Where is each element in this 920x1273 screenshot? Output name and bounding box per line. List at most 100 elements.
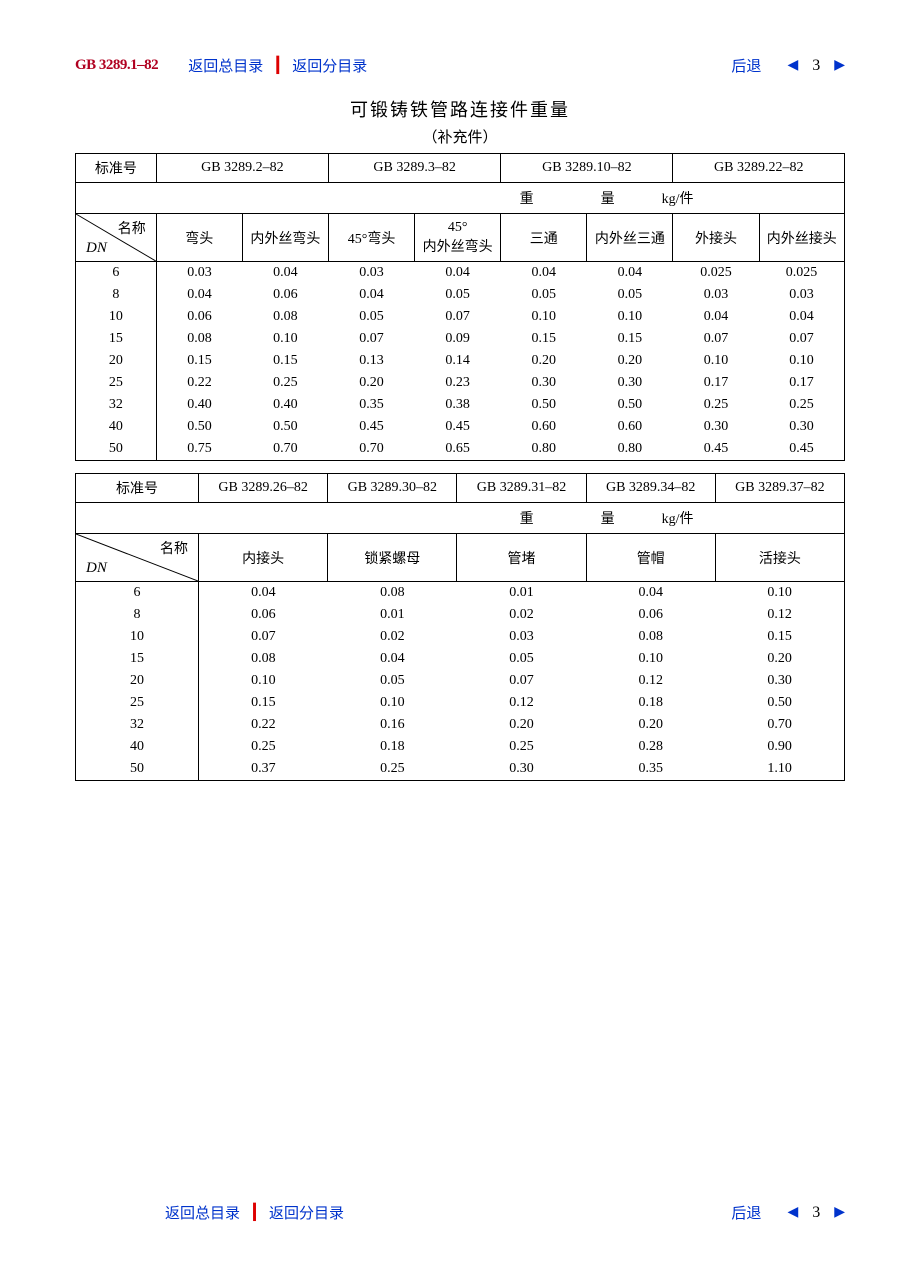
value-cell: 0.20 <box>586 714 715 736</box>
value-cell: 0.06 <box>586 604 715 626</box>
value-cell: 0.17 <box>759 372 844 394</box>
value-cell: 1.10 <box>715 758 844 781</box>
standard-code: GB 3289.1–82 <box>75 57 158 74</box>
value-cell: 0.08 <box>156 328 242 350</box>
value-cell: 0.10 <box>328 692 457 714</box>
col-header: 45°内外丝弯头 <box>415 214 501 262</box>
value-cell: 0.30 <box>587 372 673 394</box>
value-cell: 0.50 <box>715 692 844 714</box>
dn-cell: 32 <box>76 714 199 736</box>
page-number-bottom: 3 <box>808 1204 824 1222</box>
value-cell: 0.28 <box>586 736 715 758</box>
value-cell: 0.70 <box>242 438 328 461</box>
value-cell: 0.75 <box>156 438 242 461</box>
value-cell: 0.05 <box>415 284 501 306</box>
document-subtitle: （补充件） <box>75 126 845 147</box>
weight-unit-row: 重 量 kg/件 <box>76 183 845 214</box>
value-cell: 0.23 <box>415 372 501 394</box>
value-cell: 0.03 <box>673 284 759 306</box>
value-cell: 0.05 <box>457 648 586 670</box>
value-cell: 0.04 <box>759 306 844 328</box>
value-cell: 0.25 <box>673 394 759 416</box>
value-cell: 0.10 <box>587 306 673 328</box>
dn-cell: 8 <box>76 604 199 626</box>
value-cell: 0.12 <box>715 604 844 626</box>
table-row: 重 量 kg/件 <box>76 503 845 534</box>
sub-toc-link-bottom[interactable]: 返回分目录 <box>269 1202 344 1223</box>
value-cell: 0.30 <box>759 416 844 438</box>
std-label-cell: 标准号 <box>76 474 199 503</box>
value-cell: 0.025 <box>673 262 759 285</box>
value-cell: 0.25 <box>199 736 328 758</box>
table-row: 100.060.080.050.070.100.100.040.04 <box>76 306 845 328</box>
table-row: 重 量 kg/件 <box>76 183 845 214</box>
page-number: 3 <box>808 57 824 75</box>
value-cell: 0.10 <box>586 648 715 670</box>
value-cell: 0.20 <box>501 350 587 372</box>
table-row: 500.750.700.700.650.800.800.450.45 <box>76 438 845 461</box>
value-cell: 0.50 <box>587 394 673 416</box>
value-cell: 0.50 <box>501 394 587 416</box>
main-toc-link-bottom[interactable]: 返回总目录 <box>165 1202 240 1223</box>
value-cell: 0.03 <box>457 626 586 648</box>
table-row: 150.080.100.070.090.150.150.070.07 <box>76 328 845 350</box>
value-cell: 0.025 <box>759 262 844 285</box>
sub-toc-link[interactable]: 返回分目录 <box>292 55 367 76</box>
next-page-icon[interactable]: ▶ <box>834 1204 845 1221</box>
value-cell: 0.03 <box>759 284 844 306</box>
dn-cell: 50 <box>76 758 199 781</box>
weight-table-2: 标准号 GB 3289.26–82 GB 3289.30–82 GB 3289.… <box>75 473 845 781</box>
back-link-bottom[interactable]: 后退 <box>731 1202 761 1223</box>
value-cell: 0.08 <box>199 648 328 670</box>
value-cell: 0.07 <box>457 670 586 692</box>
table-row: 320.400.400.350.380.500.500.250.25 <box>76 394 845 416</box>
value-cell: 0.06 <box>242 284 328 306</box>
value-cell: 0.15 <box>715 626 844 648</box>
value-cell: 0.30 <box>673 416 759 438</box>
next-page-icon[interactable]: ▶ <box>834 57 845 74</box>
col-header: 内外丝接头 <box>759 214 844 262</box>
value-cell: 0.70 <box>715 714 844 736</box>
dn-cell: 20 <box>76 350 157 372</box>
value-cell: 0.50 <box>242 416 328 438</box>
value-cell: 0.07 <box>673 328 759 350</box>
value-cell: 0.17 <box>673 372 759 394</box>
value-cell: 0.25 <box>759 394 844 416</box>
value-cell: 0.03 <box>156 262 242 285</box>
value-cell: 0.10 <box>673 350 759 372</box>
back-link[interactable]: 后退 <box>731 55 761 76</box>
value-cell: 0.06 <box>156 306 242 328</box>
value-cell: 0.04 <box>328 648 457 670</box>
value-cell: 0.60 <box>587 416 673 438</box>
main-toc-link[interactable]: 返回总目录 <box>188 55 263 76</box>
value-cell: 0.60 <box>501 416 587 438</box>
weight-table-1: 标准号 GB 3289.2–82 GB 3289.3–82 GB 3289.10… <box>75 153 845 461</box>
table-row: 100.070.020.030.080.15 <box>76 626 845 648</box>
value-cell: 0.40 <box>156 394 242 416</box>
dn-cell: 25 <box>76 692 199 714</box>
table-row: 400.500.500.450.450.600.600.300.30 <box>76 416 845 438</box>
prev-page-icon[interactable]: ◀ <box>787 57 798 74</box>
value-cell: 0.07 <box>199 626 328 648</box>
table-row: 200.150.150.130.140.200.200.100.10 <box>76 350 845 372</box>
value-cell: 0.16 <box>328 714 457 736</box>
value-cell: 0.08 <box>328 582 457 605</box>
value-cell: 0.07 <box>328 328 414 350</box>
value-cell: 0.04 <box>415 262 501 285</box>
value-cell: 0.37 <box>199 758 328 781</box>
table-row: 150.080.040.050.100.20 <box>76 648 845 670</box>
col-header: 内外丝弯头 <box>242 214 328 262</box>
table-row: 80.060.010.020.060.12 <box>76 604 845 626</box>
value-cell: 0.07 <box>415 306 501 328</box>
std-header: GB 3289.3–82 <box>328 154 500 183</box>
dn-cell: 40 <box>76 416 157 438</box>
value-cell: 0.08 <box>242 306 328 328</box>
value-cell: 0.18 <box>328 736 457 758</box>
value-cell: 0.01 <box>328 604 457 626</box>
value-cell: 0.22 <box>156 372 242 394</box>
top-nav-bar: GB 3289.1–82 返回总目录 ┃ 返回分目录 后退 ◀ 3 ▶ <box>75 55 845 76</box>
value-cell: 0.15 <box>199 692 328 714</box>
value-cell: 0.25 <box>457 736 586 758</box>
prev-page-icon[interactable]: ◀ <box>787 1204 798 1221</box>
col-header: 内接头 <box>199 534 328 582</box>
